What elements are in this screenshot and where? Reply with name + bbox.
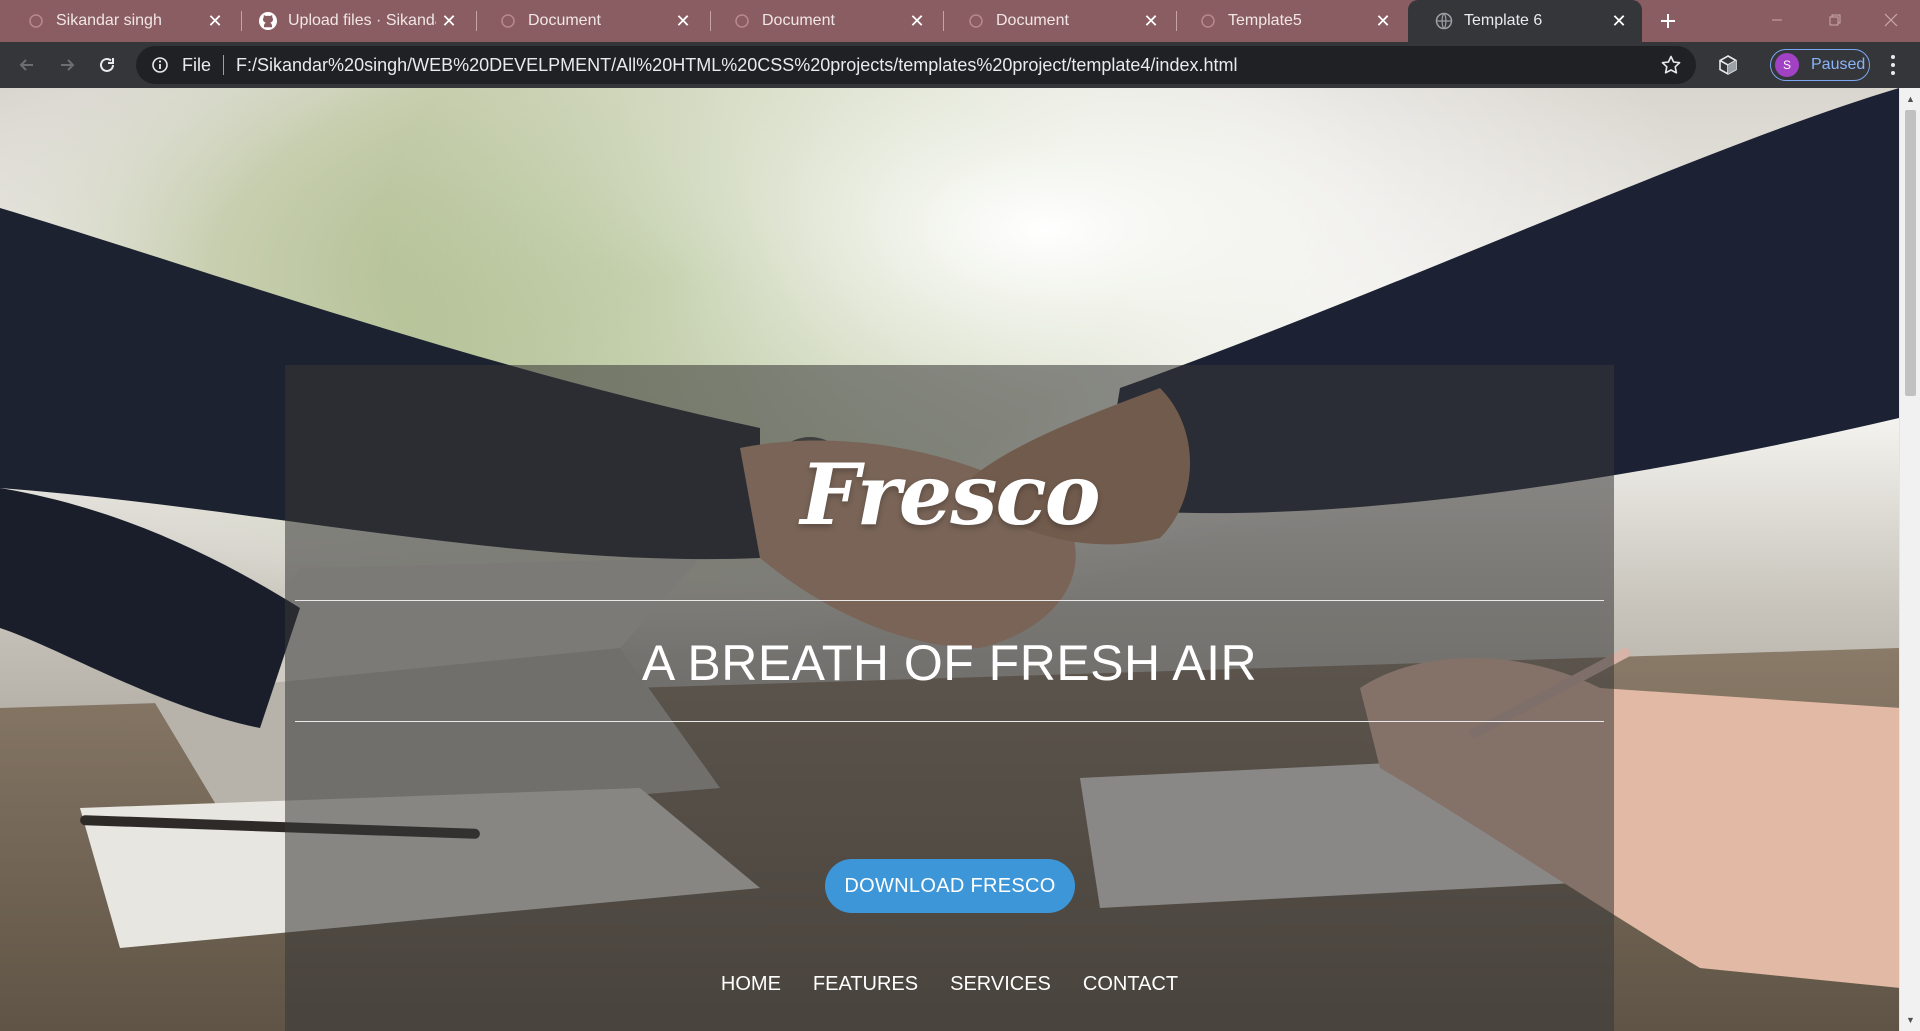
divider-bottom	[295, 721, 1604, 722]
close-icon[interactable]: ✕	[1138, 8, 1164, 34]
menu-dot	[1891, 55, 1895, 59]
globe-icon	[1434, 11, 1454, 31]
browser-toolbar: File F:/Sikandar%20singh/WEB%20DEVELPMEN…	[0, 42, 1920, 88]
tab-title: Document	[528, 12, 601, 29]
sync-status-label: Paused	[1811, 56, 1866, 73]
page-icon	[26, 11, 46, 31]
restore-icon	[1829, 14, 1841, 26]
restore-button[interactable]	[1806, 0, 1864, 40]
tab-upload-files[interactable]: Upload files · Sikandars ✕	[232, 0, 472, 42]
page-viewport: Fresco A BREATH OF FRESH AIR DOWNLOAD FR…	[0, 88, 1899, 1031]
info-icon[interactable]	[150, 55, 170, 75]
bookmark-star-icon[interactable]	[1660, 54, 1682, 76]
minimize-icon	[1772, 19, 1782, 21]
new-tab-button[interactable]	[1652, 6, 1684, 36]
tab-title: Template5	[1228, 12, 1302, 29]
hero-panel: Fresco A BREATH OF FRESH AIR DOWNLOAD FR…	[285, 365, 1614, 1031]
main-nav: HOME FEATURES SERVICES CONTACT	[285, 973, 1614, 996]
scroll-down-arrow-icon[interactable]: ▼	[1900, 1011, 1920, 1029]
back-button[interactable]	[11, 49, 43, 81]
tab-document-2[interactable]: Document ✕	[706, 0, 940, 42]
forward-button[interactable]	[51, 49, 83, 81]
menu-dot	[1891, 63, 1895, 67]
page-icon	[732, 11, 752, 31]
arrow-right-icon	[61, 59, 75, 71]
tab-document-1[interactable]: Document ✕	[472, 0, 706, 42]
close-window-button[interactable]	[1862, 0, 1920, 40]
vertical-scrollbar[interactable]: ▲ ▼	[1899, 88, 1920, 1031]
page-icon	[966, 11, 986, 31]
tab-strip: Sikandar singh ✕ Upload files · Sikandar…	[0, 0, 1920, 42]
reload-icon	[100, 57, 114, 72]
download-button[interactable]: DOWNLOAD FRESCO	[825, 859, 1075, 913]
brand-logo-text: Fresco	[800, 445, 1100, 544]
close-icon[interactable]: ✕	[670, 8, 696, 34]
tab-template5[interactable]: Template5 ✕	[1172, 0, 1406, 42]
tab-title: Sikandar singh	[56, 12, 162, 29]
tab-title: Template 6	[1464, 12, 1543, 29]
scroll-up-arrow-icon[interactable]: ▲	[1900, 90, 1920, 108]
close-icon[interactable]: ✕	[436, 8, 462, 34]
close-icon	[1884, 13, 1898, 27]
tab-sikandar-singh[interactable]: Sikandar singh ✕	[0, 0, 238, 42]
tab-template-6[interactable]: Template 6 ✕	[1408, 0, 1642, 42]
nav-link-home[interactable]: HOME	[721, 973, 781, 996]
nav-link-contact[interactable]: CONTACT	[1083, 973, 1178, 996]
address-bar[interactable]: File F:/Sikandar%20singh/WEB%20DEVELPMEN…	[136, 46, 1696, 84]
scrollbar-thumb[interactable]	[1905, 110, 1916, 396]
page-icon	[498, 11, 518, 31]
close-icon[interactable]: ✕	[1370, 8, 1396, 34]
address-divider	[223, 55, 225, 75]
tab-title: Document	[762, 12, 835, 29]
close-icon[interactable]: ✕	[1606, 8, 1632, 34]
close-icon[interactable]: ✕	[904, 8, 930, 34]
url-scheme-label: File	[182, 54, 212, 75]
page-icon	[1198, 11, 1218, 31]
menu-dot	[1891, 71, 1895, 75]
hero-tagline: A BREATH OF FRESH AIR	[641, 635, 1258, 691]
avatar: S	[1775, 53, 1799, 77]
url-text[interactable]: F:/Sikandar%20singh/WEB%20DEVELPMENT/All…	[236, 55, 1237, 76]
divider-top	[295, 600, 1604, 601]
minimize-button[interactable]	[1748, 0, 1806, 40]
tab-title: Upload files · Sikandars	[288, 12, 436, 29]
github-icon	[258, 11, 278, 31]
arrow-left-icon	[19, 59, 33, 71]
plus-icon	[1661, 14, 1675, 28]
tab-document-3[interactable]: Document ✕	[940, 0, 1174, 42]
tab-title: Document	[996, 12, 1069, 29]
extension-cube-icon[interactable]	[1716, 53, 1740, 77]
profile-button[interactable]: S Paused	[1770, 49, 1870, 81]
more-menu-button[interactable]	[1878, 51, 1908, 79]
nav-link-services[interactable]: SERVICES	[950, 973, 1051, 996]
reload-button[interactable]	[91, 49, 123, 81]
nav-link-features[interactable]: FEATURES	[813, 973, 918, 996]
close-icon[interactable]: ✕	[202, 8, 228, 34]
